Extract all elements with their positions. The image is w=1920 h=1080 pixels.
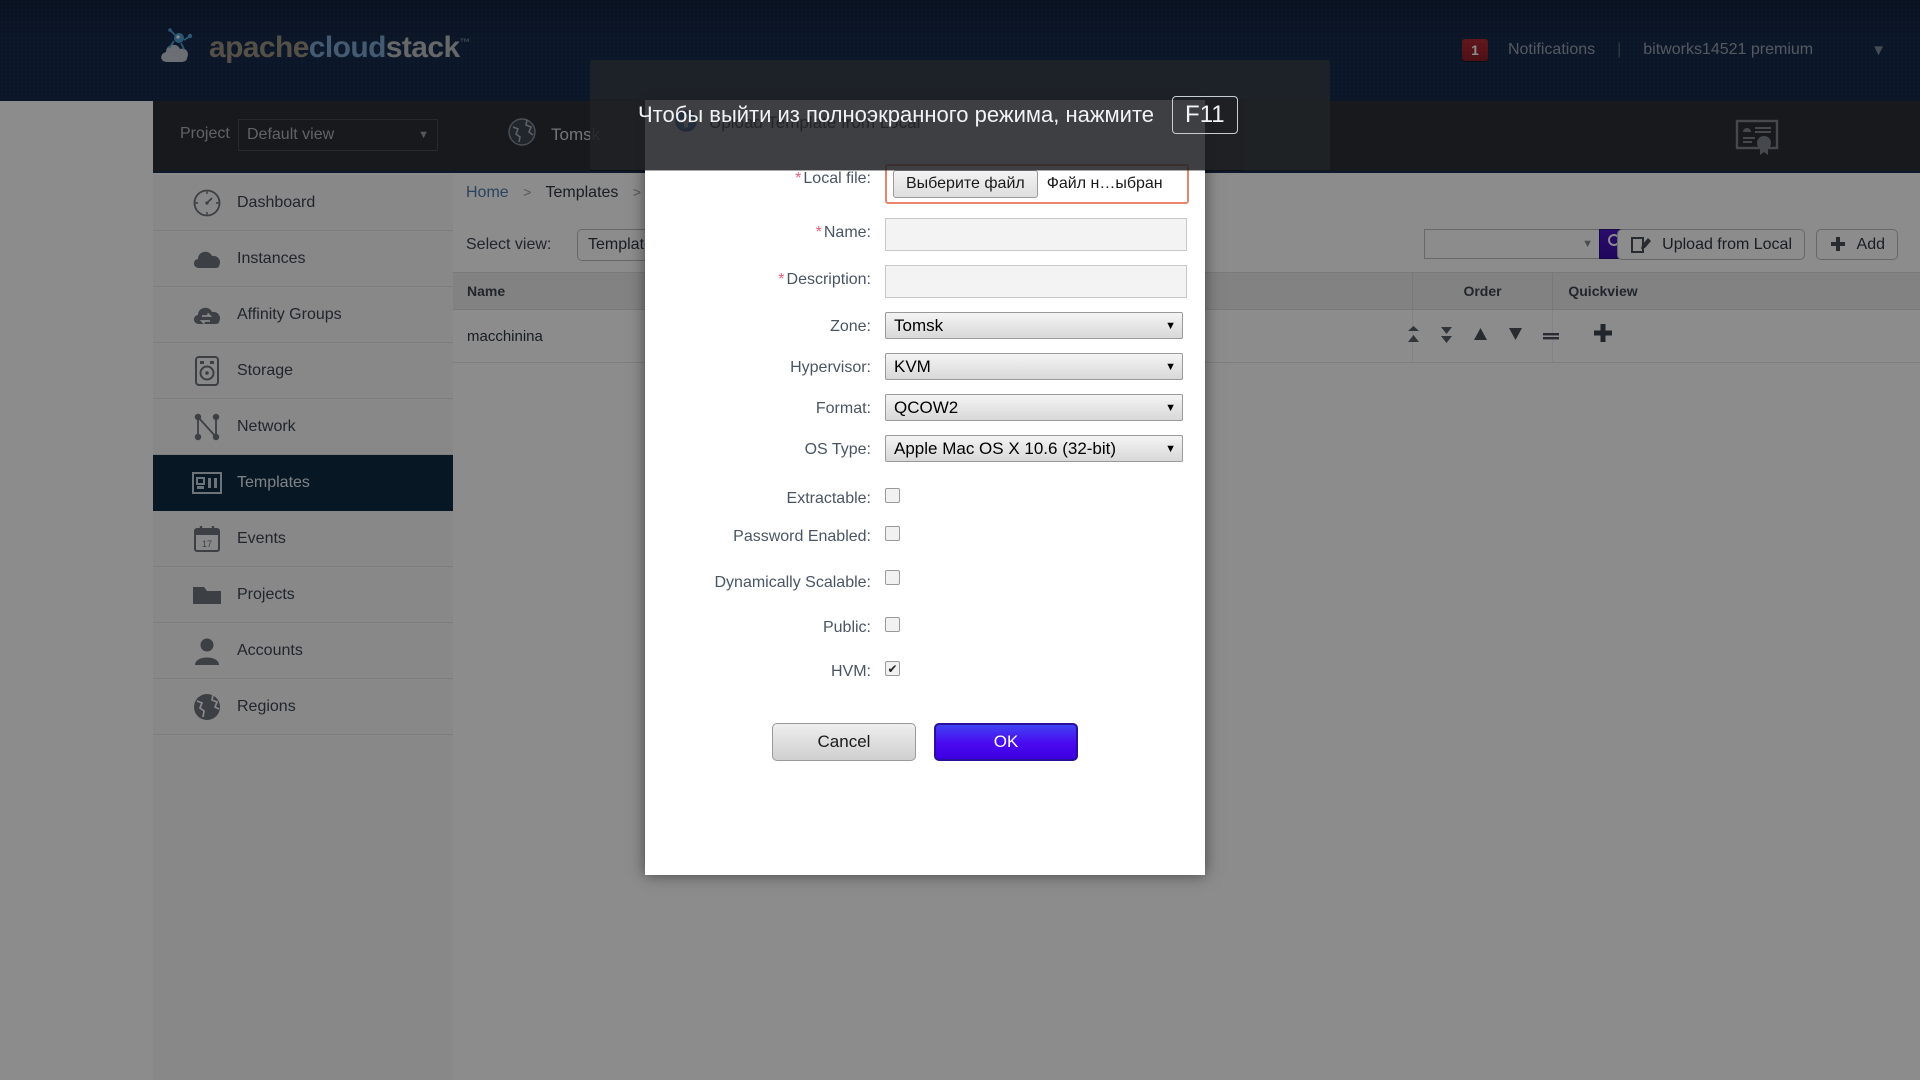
- field-dynamically-scalable: Dynamically Scalable:: [645, 566, 1205, 593]
- label-text: Description:: [786, 271, 871, 288]
- cancel-button[interactable]: Cancel: [772, 723, 916, 761]
- hypervisor-select-value: KVM: [894, 356, 931, 376]
- field-hypervisor: Hypervisor: KVM ▼: [645, 353, 1205, 380]
- field-label-os-type: OS Type:: [804, 441, 871, 458]
- field-label-hvm: HVM:: [831, 663, 871, 680]
- field-os-type: OS Type: Apple Mac OS X 10.6 (32-bit) ▼: [645, 435, 1205, 462]
- name-input[interactable]: [885, 218, 1187, 251]
- chevron-down-icon: ▼: [1165, 319, 1176, 332]
- required-marker: *: [795, 170, 802, 187]
- dynamically-scalable-checkbox[interactable]: [885, 570, 900, 585]
- field-label-extractable: Extractable:: [786, 490, 871, 507]
- field-label-name: * Name:: [645, 218, 885, 242]
- field-extractable: Extractable:: [645, 484, 1205, 508]
- label-text: Local file:: [803, 170, 871, 187]
- field-label-zone: Zone:: [830, 318, 871, 335]
- field-label-public: Public:: [822, 619, 871, 636]
- field-label-description: * Description:: [645, 265, 885, 289]
- dialog-footer: Cancel OK: [645, 723, 1205, 761]
- field-zone: Zone: Tomsk ▼: [645, 312, 1205, 339]
- selected-file-name: Файл н…ыбран: [1046, 175, 1163, 192]
- os-type-select-value: Apple Mac OS X 10.6 (32-bit): [894, 438, 1117, 458]
- field-label-dynamically-scalable: Dynamically Scalable:: [714, 574, 871, 591]
- field-label-password-enabled: Password Enabled:: [733, 528, 871, 545]
- hypervisor-select[interactable]: KVM ▼: [885, 353, 1183, 380]
- chevron-down-icon: ▼: [1165, 401, 1176, 414]
- dialog-body: * Local file: Выберите файл Файл н…ыбран …: [645, 146, 1205, 761]
- required-marker: *: [815, 224, 822, 241]
- chevron-down-icon: ▼: [1165, 442, 1176, 455]
- field-public: Public:: [645, 613, 1205, 637]
- required-marker: *: [778, 271, 785, 288]
- field-format: Format: QCOW2 ▼: [645, 394, 1205, 421]
- choose-file-button[interactable]: Выберите файл: [893, 170, 1038, 198]
- upload-template-dialog: Upload Template from Local *Local file: …: [645, 100, 1205, 875]
- extractable-checkbox[interactable]: [885, 488, 900, 503]
- field-label-format: Format:: [815, 400, 871, 417]
- field-label-hypervisor: Hypervisor:: [790, 359, 871, 376]
- fullscreen-hint-key: F11: [1172, 96, 1238, 134]
- field-password-enabled: Password Enabled:: [645, 522, 1205, 546]
- field-name: * Name:: [645, 218, 1205, 251]
- chevron-down-icon: ▼: [1165, 360, 1176, 373]
- hvm-checkbox[interactable]: ✔: [885, 661, 900, 676]
- fullscreen-exit-hint: Чтобы выйти из полноэкранного режима, на…: [590, 60, 1330, 170]
- field-hvm: HVM: ✔: [645, 657, 1205, 681]
- label-text: Name:: [823, 224, 871, 241]
- password-enabled-checkbox[interactable]: [885, 526, 900, 541]
- os-type-select[interactable]: Apple Mac OS X 10.6 (32-bit) ▼: [885, 435, 1183, 462]
- public-checkbox[interactable]: [885, 617, 900, 632]
- fullscreen-hint-message: Чтобы выйти из полноэкранного режима, на…: [638, 102, 1155, 127]
- format-select-value: QCOW2: [894, 397, 959, 417]
- field-description: * Description:: [645, 265, 1205, 298]
- ok-button[interactable]: OK: [934, 723, 1078, 761]
- format-select[interactable]: QCOW2 ▼: [885, 394, 1183, 421]
- zone-select[interactable]: Tomsk ▼: [885, 312, 1183, 339]
- description-input[interactable]: [885, 265, 1187, 298]
- zone-select-value: Tomsk: [894, 315, 944, 335]
